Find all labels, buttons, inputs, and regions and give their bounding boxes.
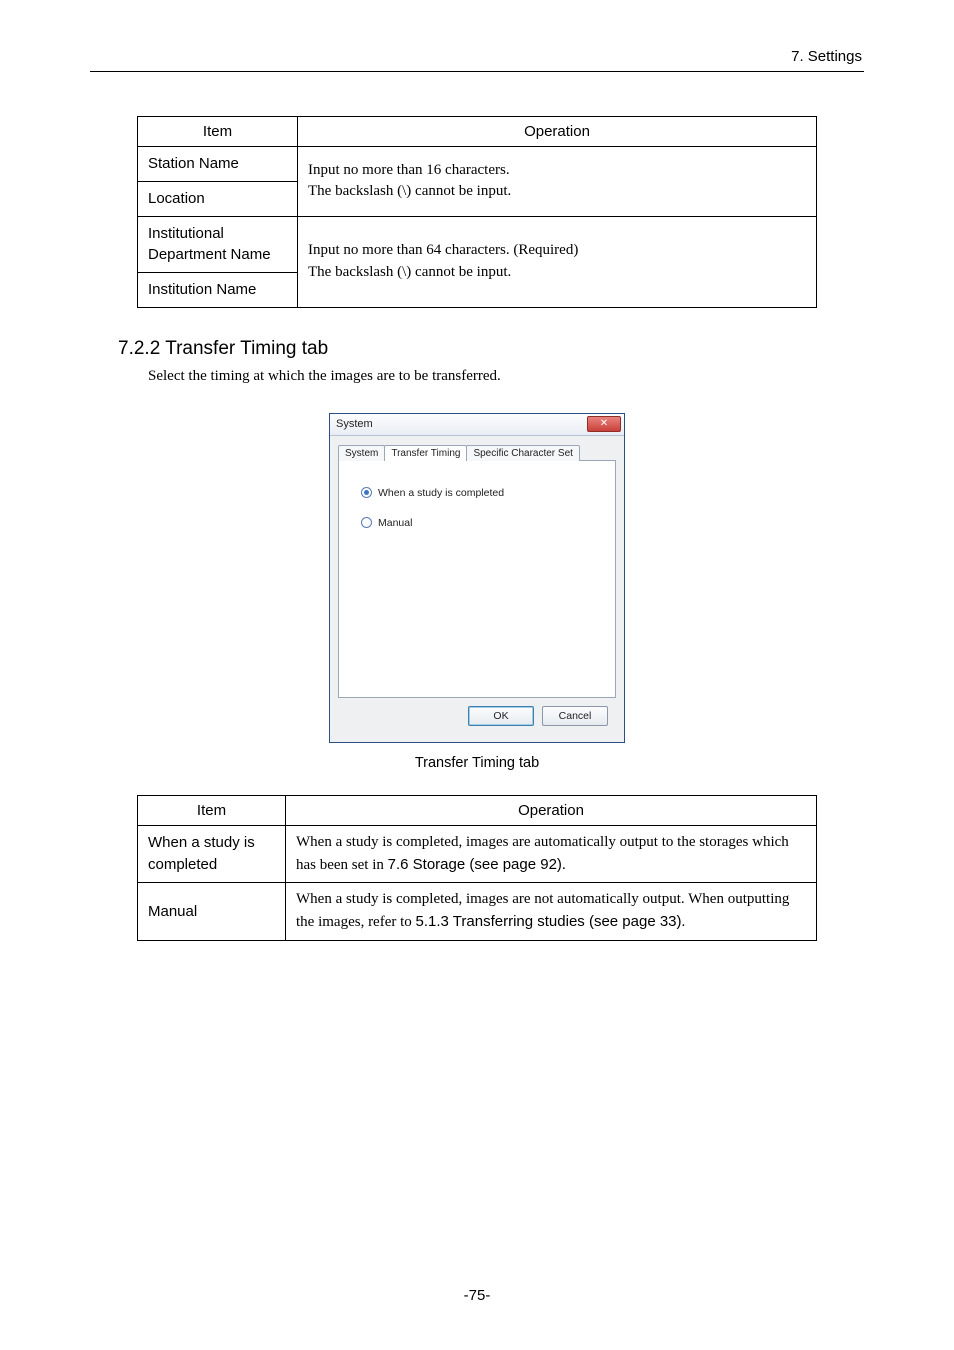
t1-head-item: Item (138, 117, 298, 147)
section-header: 7. Settings (90, 48, 864, 65)
ok-button[interactable]: OK (468, 706, 534, 726)
tab-specific-charset[interactable]: Specific Character Set (466, 445, 580, 461)
ok-button-label: OK (493, 710, 508, 722)
cancel-button[interactable]: Cancel (542, 706, 608, 726)
subsection-intro: Select the timing at which the images ar… (148, 368, 864, 385)
t1-institution-name: Institution Name (138, 273, 298, 308)
dialog-body: System Transfer Timing Specific Characte… (330, 436, 624, 742)
t1-location: Location (138, 181, 298, 216)
cancel-button-label: Cancel (559, 710, 592, 722)
t2-row2-op-b: 5.1.3 Transferring studies (see page 33) (416, 913, 682, 930)
t1-op-group1: Input no more than 16 characters. The ba… (298, 147, 817, 217)
t2-row1-op-c: . (562, 857, 566, 873)
radio-when-completed-label: When a study is completed (378, 487, 504, 499)
dialog-title: System (336, 418, 373, 430)
t1-institutional-dept: Institutional Department Name (138, 216, 298, 273)
transfer-timing-table: Item Operation When a study is completed… (137, 795, 817, 941)
t2-head-item: Item (138, 795, 286, 825)
tabs-row: System Transfer Timing Specific Characte… (338, 444, 616, 460)
subsection-heading: 7.2.2 Transfer Timing tab (118, 338, 864, 360)
radio-when-completed[interactable]: When a study is completed (361, 487, 593, 499)
radio-icon (361, 487, 372, 498)
dialog-titlebar: System ✕ (330, 414, 624, 436)
tab-transfer-timing[interactable]: Transfer Timing (384, 445, 467, 461)
tab-system[interactable]: System (338, 445, 385, 461)
t2-row1-op: When a study is completed, images are au… (286, 825, 817, 883)
t1-op-g2-l1: Input no more than 64 characters. (Requi… (308, 242, 578, 258)
tab-content: When a study is completed Manual (338, 460, 616, 698)
t1-op-group2: Input no more than 64 characters. (Requi… (298, 216, 817, 307)
page-number: -75- (0, 1287, 954, 1304)
t2-row2-op-c: . (682, 914, 686, 930)
figure-caption: Transfer Timing tab (90, 755, 864, 771)
header-rule (90, 71, 864, 72)
t2-row1-item: When a study is completed (138, 825, 286, 883)
t2-row2-op: When a study is completed, images are no… (286, 883, 817, 941)
t1-op-g2-l2: The backslash (\) cannot be input. (308, 264, 511, 280)
settings-table-1: Item Operation Station Name Input no mor… (137, 116, 817, 308)
t2-head-op: Operation (286, 795, 817, 825)
radio-manual[interactable]: Manual (361, 517, 593, 529)
t2-row2-item: Manual (138, 883, 286, 941)
system-dialog: System ✕ System Transfer Timing Specific… (329, 413, 625, 743)
close-glyph: ✕ (600, 419, 608, 429)
t2-row1-op-b: 7.6 Storage (see page 92) (388, 856, 562, 873)
t1-op-g1-l1: Input no more than 16 characters. (308, 162, 510, 178)
close-icon[interactable]: ✕ (587, 416, 621, 432)
radio-icon (361, 517, 372, 528)
t1-head-op: Operation (298, 117, 817, 147)
dialog-footer: OK Cancel (338, 698, 616, 734)
t1-station-name: Station Name (138, 147, 298, 182)
t1-op-g1-l2: The backslash (\) cannot be input. (308, 183, 511, 199)
radio-manual-label: Manual (378, 517, 412, 529)
